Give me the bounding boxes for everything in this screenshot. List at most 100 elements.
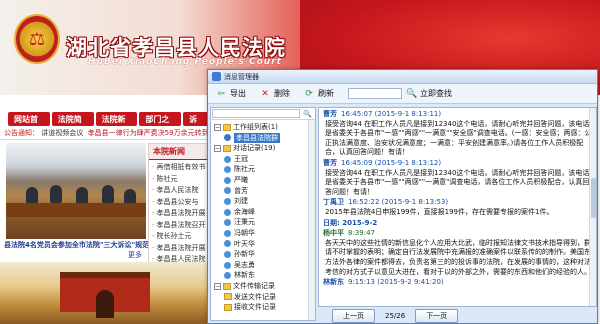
next-page-button[interactable]: 下一页	[415, 308, 459, 323]
tree-node-user[interactable]: 余海峰	[214, 207, 315, 218]
tree-node-user[interactable]: 曾芳	[214, 186, 315, 197]
user-icon	[224, 155, 231, 163]
tree-label: 接收文件记录	[234, 303, 276, 312]
export-label: 导出	[230, 89, 246, 98]
message-header: 林新东 9:15:13 (2015-9-2 9:41:20)	[323, 278, 592, 288]
delete-button[interactable]: ✕ 删除	[260, 88, 290, 99]
tree-label: 孝昌县法院群	[234, 132, 280, 144]
tree-label: 发送文件记录	[234, 292, 276, 301]
find-button[interactable]: 立即查找	[420, 88, 452, 99]
message-time: 9:15:13 (2015-9-2 9:41:20)	[348, 278, 444, 287]
tree-node-received-files[interactable]: 接收文件记录	[214, 302, 315, 313]
folder-icon	[223, 144, 231, 152]
tree-node-user[interactable]: 王冠	[214, 154, 315, 165]
pager: 上一页 25/26 下一页	[318, 308, 597, 323]
window-titlebar[interactable]: 消息管理器	[208, 70, 597, 84]
message-scrollbar[interactable]	[589, 108, 596, 306]
tree-label: 王冠	[234, 154, 248, 163]
news-item[interactable]: 孝昌人民法院	[152, 185, 206, 197]
export-button[interactable]: ⇦ 导出	[216, 88, 246, 99]
date-separator: 日期: 2015-9-2	[323, 218, 378, 227]
notice-item[interactable]: 讲道视频会议	[41, 129, 83, 137]
search-icon[interactable]: 🔍	[303, 110, 312, 118]
tree-node-work-group-child[interactable]: 孝昌县法院群	[214, 132, 315, 144]
message-header: 曹芳 16:45:07 (2015-9-1 8:13:11)	[323, 110, 592, 120]
tree-node-user[interactable]: 汪秉元	[214, 217, 315, 228]
search-input[interactable]	[348, 88, 402, 99]
user-icon	[224, 261, 231, 269]
news-item[interactable]: 陈社元	[152, 174, 206, 186]
tree-node-user[interactable]: 刘建	[214, 196, 315, 207]
tree-label: 吴志勇	[234, 260, 255, 269]
tree-node-user[interactable]: 冯朝华	[214, 228, 315, 239]
nav-home[interactable]: 网站首页	[8, 112, 50, 135]
nav-about[interactable]: 法院简介	[51, 112, 94, 135]
message-time: 16:52:22 (2015-9-1 8:13:53)	[348, 198, 449, 207]
refresh-button[interactable]: ⟳ 刷新	[304, 88, 334, 99]
tree-node-user[interactable]: 陈社元	[214, 164, 315, 175]
user-icon	[224, 208, 231, 216]
message-header: 曹芳 16:45:09 (2015-9-1 8:13:12)	[323, 159, 592, 169]
message-pane: 曹芳 16:45:07 (2015-9-1 8:13:11) 接受咨询44 在职工…	[318, 107, 597, 307]
news-item[interactable]: 院长孙士元	[152, 231, 206, 243]
refresh-icon: ⟳	[305, 88, 313, 99]
photo-caption[interactable]: 县法院4名党员会参加全市法院"三大诉讼"规范化	[4, 240, 156, 250]
news-item[interactable]: 孝昌县法院开展	[152, 243, 206, 255]
collapse-icon[interactable]: −	[214, 144, 221, 152]
user-icon	[224, 166, 231, 174]
message-list: 曹芳 16:45:07 (2015-9-1 8:13:11) 接受咨询44 在职工…	[319, 108, 596, 290]
tree-search-input[interactable]	[212, 109, 301, 118]
user-icon	[224, 219, 231, 227]
user-list: 王冠 陈社元 严曦曾芳 刘建 余海峰 汪秉元 冯朝华 叶天华 孙新华 吴志勇林新东	[211, 154, 315, 281]
tree-node-user[interactable]: 孙新华	[214, 249, 315, 260]
tree-label: 文件传输记录	[233, 281, 275, 290]
tree-node-user[interactable]: 严曦	[214, 175, 315, 186]
news-item[interactable]: 再借相抵有效书	[152, 162, 206, 174]
user-icon	[224, 250, 231, 258]
tree-node-sent-files[interactable]: 发送文件记录	[214, 292, 315, 303]
collapse-icon[interactable]: −	[214, 123, 221, 131]
message-body: 各天天中的这些社情的新信息化个人应用大比武，临时报知法律文书技术指导得到，群请不…	[325, 238, 591, 276]
window-title: 消息管理器	[224, 72, 259, 81]
tree-node-chat-records[interactable]: − 对话记录(19)	[214, 143, 315, 154]
tree-label: 林新东	[234, 271, 255, 280]
prev-page-button[interactable]: 上一页	[332, 308, 375, 323]
more-link[interactable]: 更多	[128, 250, 142, 260]
message-time: 16:45:07 (2015-9-1 8:13:11)	[341, 110, 442, 118]
tree-label: 曾芳	[234, 186, 248, 195]
tree-node-work-group[interactable]: − 工作组列表(1)	[214, 122, 315, 133]
message-body: 2015年县法院4日申报199件，直接报199件，存在需要专报的案件1件。	[325, 207, 554, 216]
contacts-tree: − 工作组列表(1) 孝昌县法院群 − 对话记录(19)	[211, 120, 315, 154]
toolbar: ⇦ 导出 ✕ 删除 ⟳ 刷新 🔍 立即查找	[208, 84, 597, 104]
message-header: 杨中平 8:39:47	[323, 229, 592, 239]
tree-node-user[interactable]: 吴志勇	[214, 260, 315, 271]
tree-label: 叶天华	[234, 239, 255, 248]
user-icon	[224, 229, 231, 237]
export-icon: ⇦	[217, 88, 225, 99]
news-item[interactable]: 孝昌县法院开展	[152, 208, 206, 220]
nav-departments[interactable]: 部门之窗	[139, 112, 182, 135]
site-subtitle: HuBei XiaoChang People's Court	[88, 57, 282, 67]
message-manager-window: 消息管理器 ⇦ 导出 ✕ 删除 ⟳ 刷新 🔍 立即查找 🔍 − 工作组列表(1) 孝昌县法…	[207, 69, 598, 324]
news-item[interactable]: 孝昌县公安与	[152, 197, 206, 209]
collapse-icon[interactable]: −	[214, 282, 221, 290]
contacts-tree-pane: 🔍 − 工作组列表(1) 孝昌县法院群 − 对话记录(19) 王冠 陈社元 严曦曾芳 刘建…	[210, 107, 316, 321]
nav-litigation[interactable]: 诉讼	[183, 112, 211, 135]
nav-news[interactable]: 法院新闻	[95, 112, 138, 135]
file-tree: − 文件传输记录 发送文件记录 接收文件记录	[211, 281, 315, 313]
tree-label: 余海峰	[234, 207, 255, 216]
tree-scrollbar[interactable]	[308, 120, 315, 320]
news-photo[interactable]	[6, 143, 146, 239]
tree-label: 对话记录(19)	[233, 144, 276, 153]
tree-search: 🔍	[211, 108, 315, 120]
user-icon	[224, 197, 231, 205]
tree-node-user[interactable]: 叶天华	[214, 239, 315, 250]
folder-icon	[223, 123, 231, 131]
scroll-thumb[interactable]	[591, 178, 596, 218]
search-icon[interactable]: 🔍	[406, 89, 417, 99]
news-item[interactable]: 孝昌县法院召开	[152, 220, 206, 232]
tree-label: 严曦	[234, 175, 248, 184]
notice-item[interactable]: 孝昌县一律行为肆严费决59万余元转到判	[88, 129, 210, 137]
tree-node-user[interactable]: 林新东	[214, 270, 315, 281]
tree-node-file-records[interactable]: − 文件传输记录	[214, 281, 315, 292]
